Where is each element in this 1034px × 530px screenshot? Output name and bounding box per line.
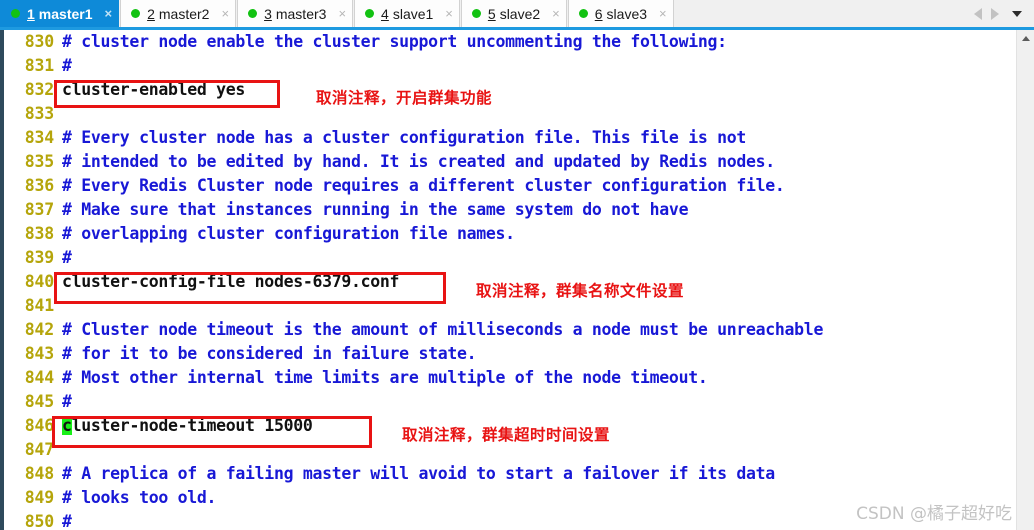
annotation-cluster-node-timeout: 取消注释，群集超时时间设置 [402, 426, 611, 444]
code-line[interactable]: 844 # Most other internal time limits are… [4, 366, 1016, 390]
config-directive: cluster-config-file nodes-6379.conf [62, 272, 400, 291]
code-comment: # A replica of a failing master will avo… [62, 464, 775, 483]
line-number: 843 [24, 344, 54, 363]
line-number: 836 [24, 176, 54, 195]
annotation-cluster-config-file: 取消注释，群集名称文件设置 [476, 282, 685, 300]
tab-slave3[interactable]: 6 slave3 × [567, 0, 674, 27]
tab-index: 1 [27, 5, 35, 22]
status-dot-icon [471, 9, 481, 18]
annotation-cluster-enabled: 取消注释，开启群集功能 [316, 89, 493, 107]
tab-bar-nav [974, 0, 1034, 27]
line-number: 830 [24, 32, 54, 51]
code-line[interactable]: 836 # Every Redis Cluster node requires a… [4, 174, 1016, 198]
caret-up-icon[interactable] [1017, 30, 1034, 47]
close-icon[interactable]: × [338, 7, 346, 20]
config-directive: cluster-enabled yes [62, 80, 246, 99]
tab-label: slave1 [392, 5, 434, 22]
close-icon[interactable]: × [445, 7, 453, 20]
close-icon[interactable]: × [659, 7, 667, 20]
code-line[interactable]: 837 # Make sure that instances running in… [4, 198, 1016, 222]
line-number: 833 [24, 104, 54, 123]
chevron-down-icon[interactable] [1012, 10, 1022, 17]
code-comment: # looks too old. [62, 488, 217, 507]
code-line[interactable]: 833 [4, 102, 1016, 126]
code-comment: # intended to be edited by hand. It is c… [62, 152, 775, 171]
tab-master2[interactable]: 2 master2 × [120, 0, 237, 27]
code-line[interactable]: 843 # for it to be considered in failure … [4, 342, 1016, 366]
tab-master1[interactable]: 1 master1 × [0, 0, 120, 27]
line-number: 841 [24, 296, 54, 315]
tab-slave1[interactable]: 4 slave1 × [354, 0, 460, 27]
code-line[interactable]: 835 # intended to be edited by hand. It i… [4, 150, 1016, 174]
line-number: 848 [24, 464, 54, 483]
code-line[interactable]: 845 # [4, 390, 1016, 414]
close-icon[interactable]: × [221, 7, 229, 20]
status-dot-icon [578, 9, 588, 18]
code-comment: # cluster node enable the cluster suppor… [62, 32, 727, 51]
line-number: 845 [24, 392, 54, 411]
code-line[interactable]: 834 # Every cluster node has a cluster co… [4, 126, 1016, 150]
code-comment: # [62, 512, 72, 530]
code-line[interactable]: 832 cluster-enabled yes [4, 78, 1016, 102]
line-number: 834 [24, 128, 54, 147]
code-line[interactable]: 831 # [4, 54, 1016, 78]
tab-label: master3 [275, 5, 327, 22]
code-comment: # [62, 56, 72, 75]
line-number: 837 [24, 200, 54, 219]
code-line[interactable]: 848 # A replica of a failing master will … [4, 462, 1016, 486]
line-number: 832 [24, 80, 54, 99]
tab-bar-spacer [674, 0, 974, 27]
code-editor[interactable]: 830 # cluster node enable the cluster sup… [0, 30, 1034, 530]
status-dot-icon [248, 9, 258, 18]
tab-label: slave2 [499, 5, 541, 22]
code-line[interactable]: 839 # [4, 246, 1016, 270]
code-comment: # for it to be considered in failure sta… [62, 344, 477, 363]
tab-index: 6 [594, 5, 603, 22]
line-number: 850 [24, 512, 54, 530]
tab-label: master1 [38, 5, 93, 22]
tab-label: master2 [158, 5, 210, 22]
line-number: 831 [24, 56, 54, 75]
status-dot-icon [11, 9, 20, 18]
line-number: 835 [24, 152, 54, 171]
tab-bar: 1 master1 × 2 master2 × 3 master3 × 4 sl… [0, 0, 1034, 30]
code-comment: # [62, 248, 72, 267]
vertical-scrollbar[interactable] [1016, 30, 1034, 530]
csdn-watermark: CSDN @橘子超好吃 [856, 504, 1012, 524]
status-dot-icon [131, 9, 141, 18]
code-comment: # Cluster node timeout is the amount of … [62, 320, 824, 339]
code-line[interactable]: 842 # Cluster node timeout is the amount … [4, 318, 1016, 342]
line-number: 849 [24, 488, 54, 507]
line-number: 844 [24, 368, 54, 387]
text-cursor: c [62, 416, 72, 435]
code-line[interactable]: 838 # overlapping cluster configuration f… [4, 222, 1016, 246]
line-number: 846 [24, 416, 54, 435]
tab-index: 5 [487, 5, 496, 22]
tab-slave2[interactable]: 5 slave2 × [460, 0, 567, 27]
close-icon[interactable]: × [552, 7, 560, 20]
tab-master3[interactable]: 3 master3 × [237, 0, 354, 27]
code-comment: # [62, 392, 72, 411]
line-number: 840 [24, 272, 54, 291]
triangle-right-icon[interactable] [991, 7, 999, 20]
code-comment: # Every Redis Cluster node requires a di… [62, 176, 785, 195]
code-line[interactable]: 830 # cluster node enable the cluster sup… [4, 30, 1016, 54]
line-number: 839 [24, 248, 54, 267]
triangle-left-icon[interactable] [974, 7, 982, 20]
line-number: 838 [24, 224, 54, 243]
status-dot-icon [365, 9, 375, 18]
close-icon[interactable]: × [105, 7, 113, 20]
code-comment: # Most other internal time limits are mu… [62, 368, 708, 387]
tab-index: 2 [147, 5, 155, 22]
line-number: 842 [24, 320, 54, 339]
tab-index: 4 [381, 5, 389, 22]
code-comment: # overlapping cluster configuration file… [62, 224, 515, 243]
tab-index: 3 [264, 5, 272, 22]
code-comment: # Make sure that instances running in th… [62, 200, 689, 219]
code-comment: # Every cluster node has a cluster confi… [62, 128, 747, 147]
line-number: 847 [24, 440, 54, 459]
tab-label: slave3 [606, 5, 648, 22]
config-directive: cluster-node-timeout 15000 [62, 416, 313, 435]
